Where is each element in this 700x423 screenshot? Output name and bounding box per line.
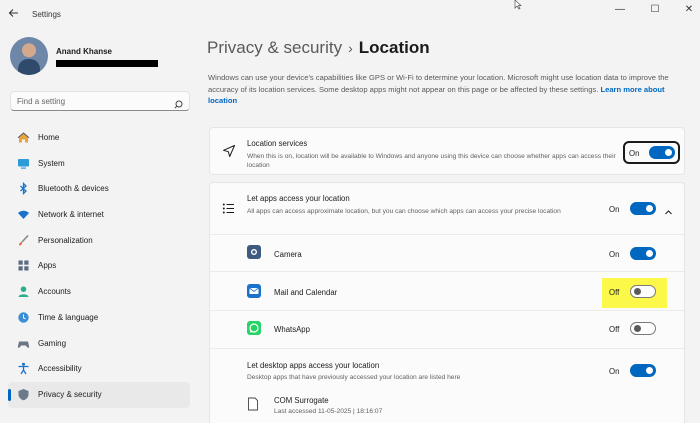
mail-calendar-toggle[interactable] — [630, 285, 656, 298]
list-settings-icon — [222, 202, 235, 215]
breadcrumb-separator: › — [348, 40, 353, 56]
sidebar-item-accounts[interactable]: Accounts — [8, 279, 190, 305]
desktop-apps-title: Let desktop apps access your location — [247, 361, 380, 370]
apps-access-toggle[interactable] — [630, 202, 656, 215]
profile-email-redacted — [56, 60, 158, 67]
network-icon — [17, 208, 30, 221]
app-state: On — [609, 250, 620, 259]
bluetooth-icon — [17, 182, 30, 196]
sidebar-item-label: Network & internet — [38, 210, 104, 220]
sidebar-item-system[interactable]: System — [8, 151, 190, 177]
separator — [210, 234, 684, 235]
profile-name: Anand Khanse — [56, 47, 113, 56]
maximize-button[interactable]: ☐ — [643, 4, 667, 18]
whatsapp-app-icon — [247, 321, 261, 335]
shield-icon — [17, 388, 30, 401]
sidebar-item-label: Accounts — [38, 287, 71, 297]
sidebar-item-gaming[interactable]: Gaming — [8, 331, 190, 357]
desktop-apps-desc: Desktop apps that have previously access… — [247, 374, 461, 381]
sidebar-item-label: System — [38, 158, 65, 168]
desktop-apps-state: On — [609, 367, 620, 376]
back-arrow-icon[interactable] — [8, 7, 24, 23]
location-services-state: On — [629, 149, 640, 158]
document-icon — [247, 397, 259, 411]
sidebar-nav: Home System Bluetooth & devices Network … — [8, 125, 190, 408]
sidebar-item-apps[interactable]: Apps — [8, 253, 190, 279]
sidebar-item-bluetooth[interactable]: Bluetooth & devices — [8, 176, 190, 202]
app-name: Camera — [274, 250, 302, 259]
camera-app-icon — [247, 245, 261, 259]
separator — [210, 271, 684, 272]
apps-access-card: Let apps access your location All apps c… — [209, 182, 685, 423]
gaming-icon — [17, 337, 30, 350]
app-state: Off — [609, 288, 620, 297]
sidebar-item-accessibility[interactable]: Accessibility — [8, 356, 190, 382]
close-button[interactable]: ✕ — [677, 4, 700, 18]
intro-text: Windows can use your device's capabiliti… — [208, 72, 684, 107]
location-services-title: Location services — [247, 139, 308, 148]
globe-clock-icon — [17, 311, 30, 324]
sidebar-item-label: Gaming — [38, 338, 67, 348]
location-services-desc: When this is on, location will be availa… — [247, 153, 616, 169]
avatar[interactable] — [10, 37, 48, 75]
accessibility-icon — [17, 362, 30, 375]
sidebar-item-privacy-security[interactable]: Privacy & security — [8, 381, 190, 408]
apps-access-desc: All apps can access approximate location… — [247, 208, 561, 215]
separator — [210, 310, 684, 311]
search-input[interactable] — [17, 95, 167, 107]
sidebar-item-label: Accessibility — [38, 364, 82, 374]
apps-access-title: Let apps access your location — [247, 194, 350, 203]
breadcrumb-parent[interactable]: Privacy & security — [207, 38, 342, 57]
sidebar-item-label: Apps — [38, 261, 57, 271]
chevron-up-icon[interactable] — [664, 204, 673, 215]
sidebar-item-time-language[interactable]: Time & language — [8, 305, 190, 331]
desktop-apps-toggle[interactable] — [630, 364, 656, 377]
sidebar-item-label: Privacy & security — [38, 389, 102, 399]
mouse-cursor-icon — [514, 0, 522, 12]
apps-icon — [17, 259, 30, 272]
home-icon — [17, 131, 30, 144]
sidebar-item-label: Time & language — [38, 312, 99, 322]
camera-toggle[interactable] — [630, 247, 656, 260]
minimize-button[interactable]: — — [608, 4, 632, 18]
accounts-icon — [17, 285, 30, 298]
separator — [210, 348, 684, 349]
system-icon — [17, 157, 30, 170]
breadcrumb: Privacy & security › Location — [207, 38, 430, 58]
title-bar: Settings — ☐ ✕ — [0, 0, 700, 30]
sidebar-item-network[interactable]: Network & internet — [8, 202, 190, 228]
app-title: Settings — [32, 10, 61, 19]
app-name: Mail and Calendar — [274, 288, 338, 297]
sidebar-item-label: Home — [38, 133, 60, 142]
page-title: Location — [358, 38, 430, 57]
app-state: Off — [609, 325, 620, 334]
sidebar-item-label: Bluetooth & devices — [38, 184, 109, 194]
desktop-app-last-accessed: Last accessed 11-05-2025 | 18:16:07 — [274, 408, 383, 415]
sidebar-item-home[interactable]: Home — [8, 125, 190, 151]
sidebar-item-label: Personalization — [38, 235, 93, 245]
search-box[interactable] — [10, 91, 190, 111]
apps-access-state: On — [609, 205, 620, 214]
search-icon[interactable] — [174, 96, 183, 109]
whatsapp-toggle[interactable] — [630, 322, 656, 335]
brush-icon — [17, 234, 30, 247]
desktop-app-name: COM Surrogate — [274, 396, 329, 405]
app-name: WhatsApp — [274, 325, 310, 334]
sidebar-item-personalization[interactable]: Personalization — [8, 228, 190, 254]
location-services-card: Location services When this is on, locat… — [209, 127, 685, 175]
location-arrow-icon — [222, 144, 236, 158]
mail-app-icon — [247, 284, 261, 298]
location-services-toggle[interactable] — [649, 146, 675, 159]
